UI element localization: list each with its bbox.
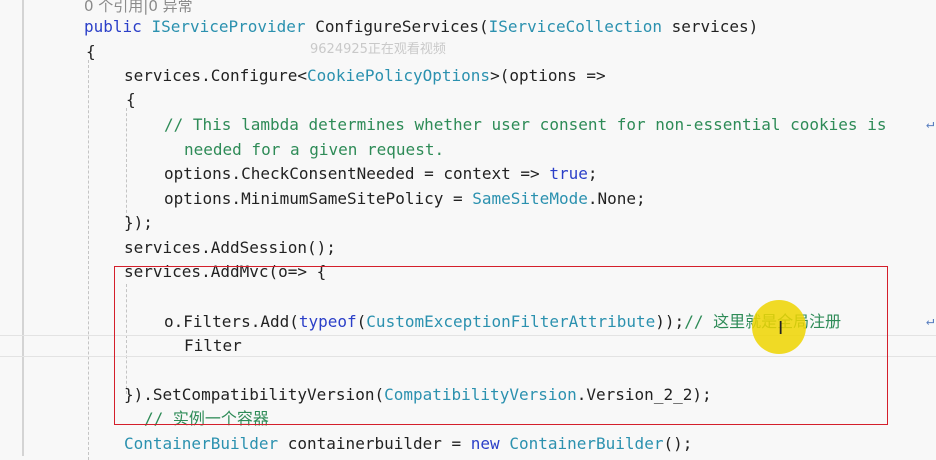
comment-line[interactable]: needed for a given request. — [184, 138, 444, 162]
type-name: CookiePolicyOptions — [307, 66, 491, 85]
code-line[interactable]: { — [126, 88, 136, 112]
outlining-margin — [22, 0, 24, 456]
type-name: IServiceProvider — [151, 17, 306, 36]
code-editor[interactable]: 0 个引用|0 异常 9624925正在观看视频 public IService… — [0, 0, 936, 460]
code-line[interactable]: services.Configure<CookiePolicyOptions>(… — [124, 64, 606, 88]
code-line[interactable]: options.MinimumSameSitePolicy = SameSite… — [164, 187, 646, 211]
code-text: containerbuilder = — [278, 434, 471, 453]
code-text: .None; — [587, 189, 646, 208]
keyword: new — [470, 434, 500, 453]
code-line[interactable]: options.CheckConsentNeeded = context => … — [164, 162, 597, 186]
code-line[interactable]: }); — [124, 211, 153, 235]
method-signature[interactable]: public IServiceProvider ConfigureService… — [84, 15, 758, 39]
code-text: (); — [663, 434, 693, 453]
parameter: services) — [661, 17, 759, 36]
type-name: SameSiteMode — [472, 189, 588, 208]
type-name: ContainerBuilder — [124, 434, 279, 453]
word-wrap-glyph: ↵ — [926, 116, 935, 132]
code-line[interactable]: { — [86, 40, 96, 64]
code-text: >(options => — [490, 66, 606, 85]
indent-guide — [126, 108, 127, 218]
keyword: public — [84, 17, 142, 36]
code-line[interactable]: services.AddSession(); — [124, 236, 336, 260]
code-text: services.Configure< — [124, 66, 308, 85]
keyword: true — [549, 164, 588, 183]
code-text: ; — [587, 164, 598, 183]
code-line[interactable]: ContainerBuilder containerbuilder = new … — [124, 432, 692, 456]
method-name: ConfigureServices( — [305, 17, 489, 36]
text-cursor-icon: I — [778, 318, 784, 339]
indent-guide — [88, 60, 89, 460]
code-text: options.MinimumSameSitePolicy = — [164, 189, 473, 208]
code-text: options.CheckConsentNeeded = context => — [164, 164, 550, 183]
comment-line[interactable]: // This lambda determines whether user c… — [164, 113, 886, 137]
viewer-watermark: 9624925正在观看视频 — [310, 42, 446, 57]
type-name: ContainerBuilder — [509, 434, 664, 453]
type-name: IServiceCollection — [488, 17, 662, 36]
word-wrap-glyph: ↵ — [926, 313, 935, 329]
